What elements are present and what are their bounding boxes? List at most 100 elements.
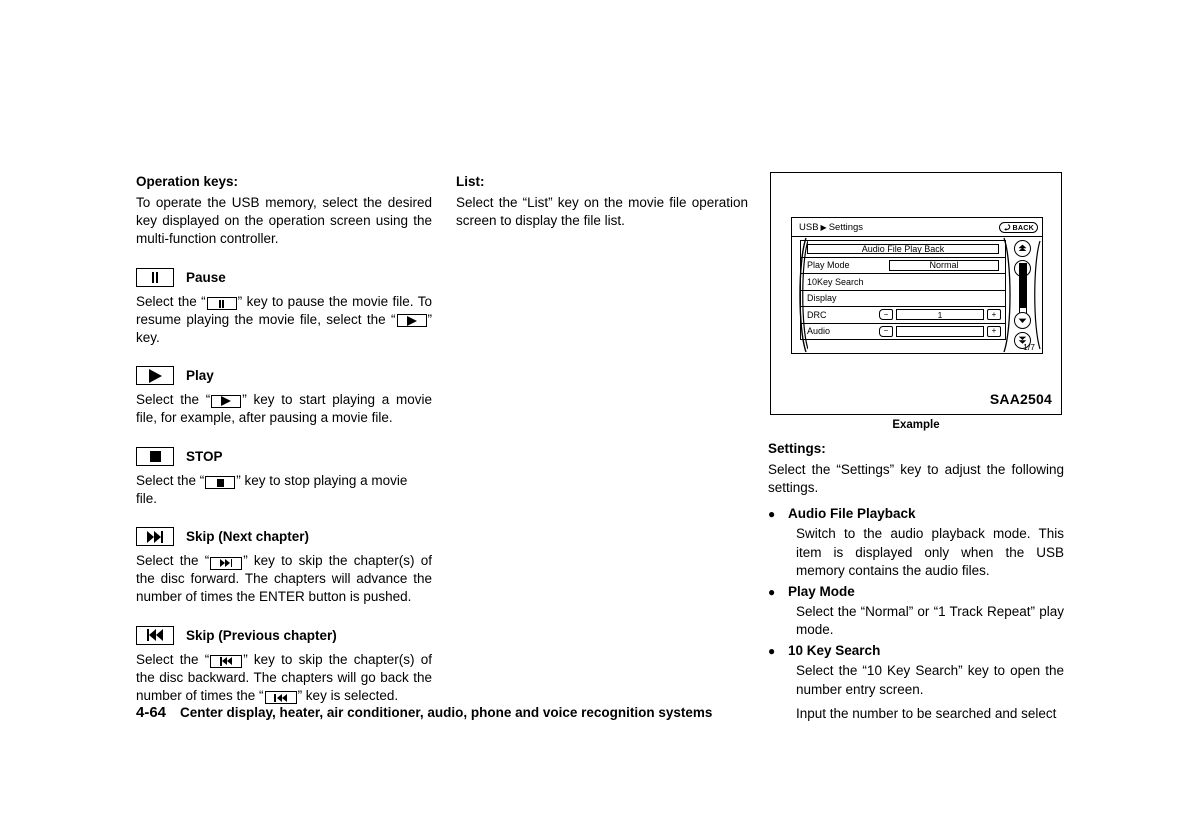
display-label: Display <box>807 293 837 304</box>
pause-icon-inline <box>206 297 237 311</box>
stop-icon <box>136 446 174 466</box>
key-label-stop: STOP <box>186 448 223 464</box>
plus-icon[interactable]: + <box>987 309 1001 321</box>
scroll-down-icon[interactable] <box>1014 312 1031 329</box>
key-label-play: Play <box>186 368 214 384</box>
bullet-title: Play Mode <box>788 584 855 600</box>
list-heading: List: <box>456 174 485 189</box>
operation-keys-column: Operation keys: To operate the USB memor… <box>136 173 432 705</box>
settings-row[interactable]: Audio − + <box>800 322 1006 340</box>
double-up-arrow-glyph <box>1018 244 1027 251</box>
audio-file-playback-button[interactable]: Audio File Play Back <box>807 243 999 254</box>
key-desc-pause: Select the “” key to pause the movie fil… <box>136 293 432 348</box>
settings-row-list: Audio File Play Back Play Mode Normal 10… <box>800 240 1006 340</box>
key-entry-stop: STOP <box>136 446 432 466</box>
settings-heading: Settings: <box>768 441 826 456</box>
figure-caption: Example <box>892 419 940 431</box>
minus-icon[interactable]: − <box>879 325 893 337</box>
bullet-item: ● Audio File Playback <box>768 505 1064 523</box>
breadcrumb-root: USB <box>799 221 819 233</box>
skip-previous-icon-inline <box>210 654 243 668</box>
bullet-dot-icon: ● <box>768 585 776 600</box>
skip-next-icon-inline <box>210 556 243 570</box>
list-body: Select the “List” key on the movie file … <box>456 195 748 229</box>
key-label-skip-previous: Skip (Previous chapter) <box>186 627 337 643</box>
page-footer: 4-64 Center display, heater, air conditi… <box>136 704 712 721</box>
scroll-top-icon[interactable] <box>1014 240 1031 257</box>
skip-previous-icon-inline <box>264 691 297 705</box>
bullet-paragraph: Select the “10 Key Search” key to open t… <box>796 663 1064 697</box>
bullet-title: Audio File Playback <box>788 506 916 522</box>
play-mode-value[interactable]: Normal <box>889 260 999 271</box>
footer-chapter-title: Center display, heater, air conditioner,… <box>180 705 713 720</box>
footer-page-number: 4-64 <box>136 704 167 721</box>
scroll-controls <box>1008 240 1038 350</box>
manual-page: Operation keys: To operate the USB memor… <box>0 0 1200 830</box>
key-entry-play: Play <box>136 366 432 386</box>
pause-icon <box>136 267 174 287</box>
key-desc-skip-prev-pre: Select the “ <box>136 651 210 667</box>
operation-keys-heading: Operation keys: <box>136 174 239 189</box>
list-column: List: Select the “List” key on the movie… <box>456 173 748 230</box>
key-desc-skip-previous: Select the “” key to skip the chapter(s)… <box>136 651 432 706</box>
settings-intro: Select the “Settings” key to adjust the … <box>768 462 1064 496</box>
plus-icon[interactable]: + <box>987 325 1001 337</box>
key-entry-skip-previous: Skip (Previous chapter) <box>136 625 432 645</box>
ten-key-search-label: 10Key Search <box>807 276 864 287</box>
down-arrow-glyph <box>1018 318 1027 323</box>
example-figure: USB ▶ Settings BACK Audio File Play Back… <box>770 172 1062 415</box>
back-arrow-icon <box>1004 223 1011 231</box>
stop-icon-inline <box>205 476 236 490</box>
audio-stepper[interactable]: − + <box>879 325 1001 338</box>
key-label-pause: Pause <box>186 269 226 285</box>
scrollbar-thumb[interactable] <box>1020 264 1026 308</box>
settings-row[interactable]: Audio File Play Back <box>800 240 1006 258</box>
back-button-label: BACK <box>1012 222 1034 232</box>
key-desc-skip-prev-post: ” key is selected. <box>297 688 399 704</box>
nav-screen-titlebar: USB ▶ Settings BACK <box>792 218 1042 237</box>
chevron-right-icon: ▶ <box>820 222 827 232</box>
nav-screen-illustration: USB ▶ Settings BACK Audio File Play Back… <box>791 217 1043 354</box>
key-desc-play-pre: Select the “ <box>136 392 211 408</box>
key-entry-pause: Pause <box>136 267 432 287</box>
bullet-paragraph: Switch to the audio playback mode. This … <box>796 526 1064 578</box>
settings-row[interactable]: 10Key Search <box>800 273 1006 291</box>
skip-next-icon <box>136 527 174 547</box>
page-indicator: 1/7 <box>1023 342 1035 352</box>
key-desc-skip-next: Select the “” key to skip the chapter(s)… <box>136 552 432 607</box>
bullet-item: ● 10 Key Search <box>768 642 1064 660</box>
operation-keys-intro: To operate the USB memory, select the de… <box>136 195 432 247</box>
play-icon-inline <box>211 394 242 408</box>
nav-screen-body: Audio File Play Back Play Mode Normal 10… <box>792 237 1042 353</box>
back-button[interactable]: BACK <box>999 221 1038 233</box>
play-icon-inline <box>396 314 427 328</box>
audio-label: Audio <box>807 326 831 337</box>
drc-value: 1 <box>896 309 984 321</box>
bullet-dot-icon: ● <box>768 644 776 659</box>
breadcrumb-current: Settings <box>828 221 864 233</box>
play-mode-label: Play Mode <box>807 260 850 271</box>
drc-label: DRC <box>807 309 827 320</box>
settings-row[interactable]: DRC − 1 + <box>800 306 1006 324</box>
key-entry-skip-next: Skip (Next chapter) <box>136 527 432 547</box>
figure-code: SAA2504 <box>989 391 1052 407</box>
play-icon <box>136 366 174 386</box>
audio-value <box>896 325 984 337</box>
bullet-dot-icon: ● <box>768 507 776 522</box>
settings-row[interactable]: Display <box>800 289 1006 307</box>
settings-row[interactable]: Play Mode Normal <box>800 256 1006 274</box>
minus-icon[interactable]: − <box>879 309 893 321</box>
settings-text-column: Settings: Select the “Settings” key to a… <box>768 440 1064 723</box>
bullet-paragraph: Select the “Normal” or “1 Track Repeat” … <box>796 604 1064 638</box>
key-desc-play: Select the “” key to start playing a mov… <box>136 391 432 427</box>
key-label-skip-next: Skip (Next chapter) <box>186 529 310 545</box>
key-desc-skip-next-pre: Select the “ <box>136 553 210 569</box>
key-desc-stop: Select the “” key to stop playing a movi… <box>136 472 432 508</box>
drc-stepper[interactable]: − 1 + <box>879 309 1001 321</box>
skip-previous-icon <box>136 625 174 645</box>
key-desc-pause-pre: Select the “ <box>136 293 206 309</box>
nav-screen-breadcrumb: USB ▶ Settings <box>799 222 863 233</box>
bullet-item: ● Play Mode <box>768 583 1064 601</box>
bullet-paragraph: Input the number to be searched and sele… <box>796 705 1057 721</box>
bullet-title: 10 Key Search <box>788 643 881 659</box>
